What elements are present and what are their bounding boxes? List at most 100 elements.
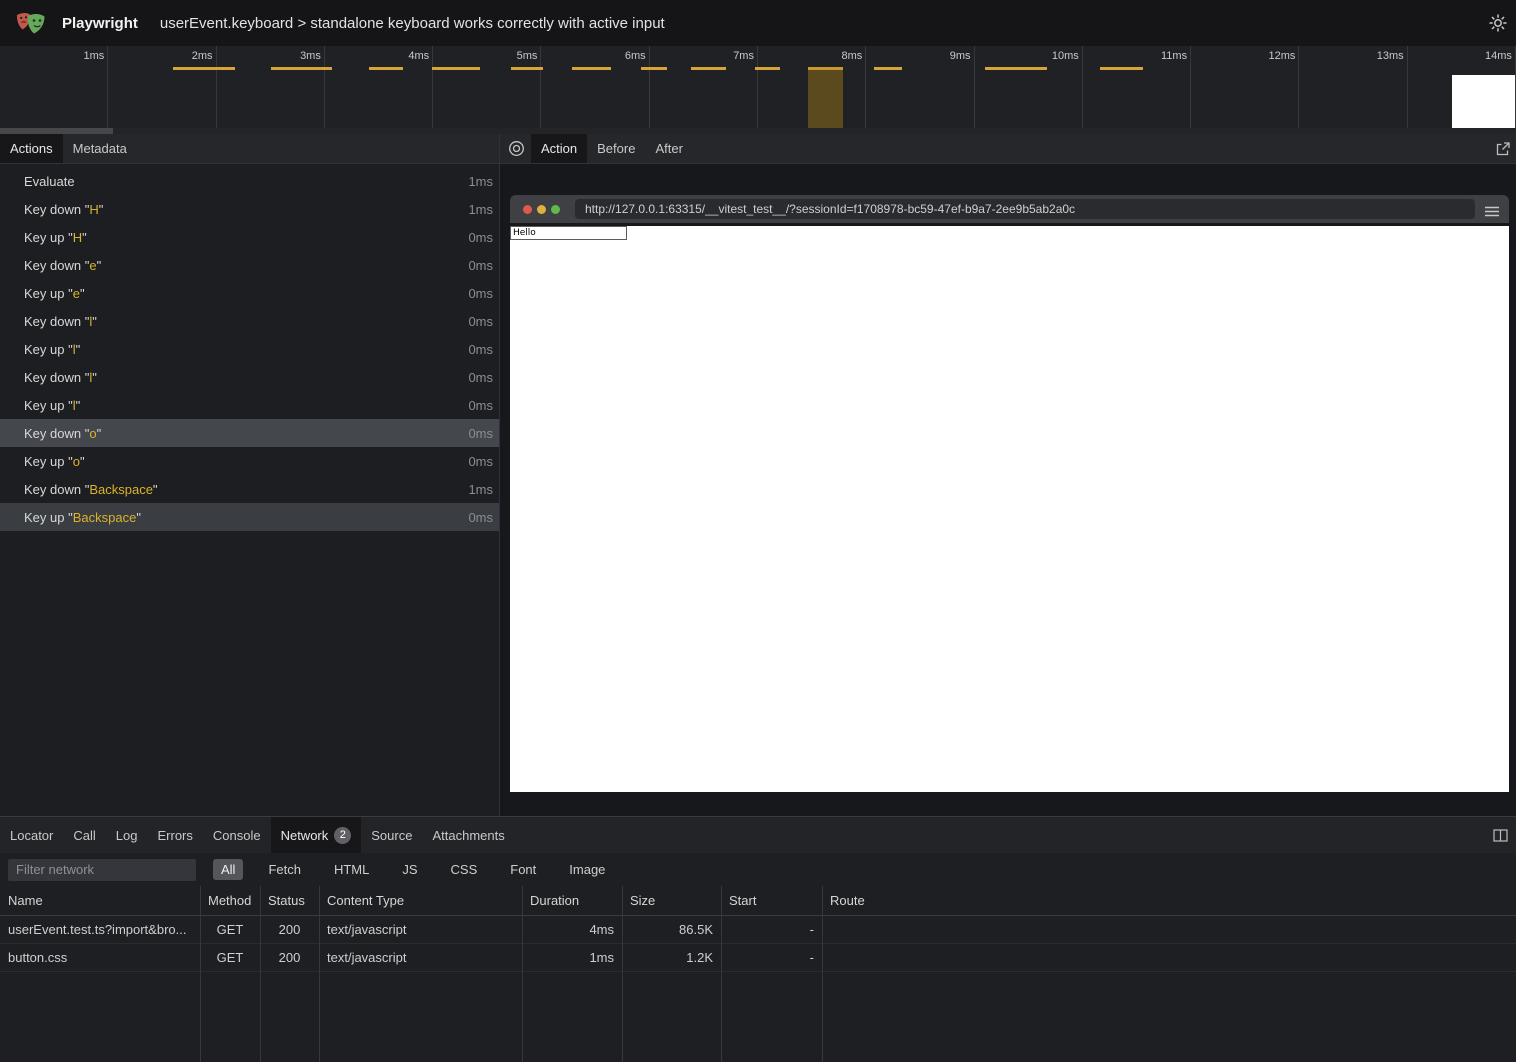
network-cell: 86.5K (622, 922, 721, 937)
action-list-item[interactable]: Key down "l"0ms (0, 363, 499, 391)
filter-button-fetch[interactable]: Fetch (260, 859, 309, 880)
action-duration: 0ms (468, 342, 493, 357)
tab-before[interactable]: Before (587, 134, 645, 163)
table-column-divider (319, 886, 320, 1062)
snapshot-panel: ActionBeforeAfter http://127.0.0.1:63315… (500, 134, 1516, 816)
action-list-item[interactable]: Key down "o"0ms (0, 419, 499, 447)
tab-errors[interactable]: Errors (147, 817, 202, 853)
network-column-header: Method (200, 893, 260, 908)
traffic-light-green (551, 205, 560, 214)
action-list-item[interactable]: Key up "l"0ms (0, 391, 499, 419)
tab-attachments[interactable]: Attachments (422, 817, 514, 853)
action-duration: 0ms (468, 370, 493, 385)
tab-network[interactable]: Network2 (271, 817, 362, 853)
network-cell: 1.2K (622, 950, 721, 965)
split-columns-icon[interactable] (1493, 817, 1516, 853)
open-snapshot-external-icon[interactable] (1496, 134, 1510, 163)
action-timeline-tick (691, 67, 726, 70)
tab-log[interactable]: Log (106, 817, 148, 853)
filter-button-image[interactable]: Image (561, 859, 613, 880)
table-column-divider (822, 886, 823, 1062)
action-timeline-tick (369, 67, 403, 70)
quote-mark: " (76, 342, 81, 357)
action-duration: 1ms (468, 482, 493, 497)
action-title: Key up "H" (24, 230, 87, 245)
quote-mark: " (92, 370, 97, 385)
quote-mark: " (64, 286, 72, 301)
network-cell: text/javascript (319, 950, 522, 965)
quote-mark: " (82, 230, 87, 245)
tab-action[interactable]: Action (531, 134, 587, 163)
action-list-item[interactable]: Key up "e"0ms (0, 279, 499, 307)
filter-button-all[interactable]: All (213, 859, 243, 880)
network-filter-input[interactable] (8, 859, 196, 881)
timeline-snapshot-thumbnail[interactable] (1452, 75, 1515, 128)
app-title: Playwright (62, 15, 138, 32)
timeline-marks (0, 46, 1516, 128)
action-duration: 1ms (468, 202, 493, 217)
action-timeline-tick (755, 67, 780, 70)
action-list-item[interactable]: Key down "H" 1ms (0, 195, 499, 223)
key-name: Backspace (89, 482, 153, 497)
action-list-item[interactable]: Key down "Backspace"1ms (0, 475, 499, 503)
action-title: Key down "H" (24, 202, 103, 217)
network-cell: - (721, 922, 822, 937)
action-duration: 1ms (468, 174, 493, 189)
action-duration: 0ms (468, 454, 493, 469)
action-timeline-tick (641, 67, 667, 70)
filter-button-css[interactable]: CSS (443, 859, 486, 880)
network-cell: GET (200, 950, 260, 965)
network-column-header: Name (0, 893, 200, 908)
action-list-item[interactable]: Key down "e"0ms (0, 251, 499, 279)
action-title: Key up "l" (24, 398, 80, 413)
table-column-divider (522, 886, 523, 1062)
action-list-item[interactable]: Key up "H"0ms (0, 223, 499, 251)
tab-source[interactable]: Source (361, 817, 422, 853)
tab-metadata[interactable]: Metadata (63, 134, 137, 163)
action-timeline-tick (271, 67, 332, 70)
network-cell: 4ms (522, 922, 622, 937)
action-list-item[interactable]: Key up "l" 0ms (0, 335, 499, 363)
url-text: http://127.0.0.1:63315/__vitest_test__/?… (585, 202, 1075, 216)
network-column-header: Route (822, 893, 1516, 908)
network-count-badge: 2 (334, 827, 351, 844)
quote-mark: " (64, 342, 72, 357)
tab-locator[interactable]: Locator (0, 817, 63, 853)
action-title: Key up "e" (24, 286, 85, 301)
timeline[interactable]: 1ms2ms3ms4ms5ms6ms7ms8ms9ms10ms11ms12ms1… (0, 46, 1516, 128)
network-request-row[interactable]: button.cssGET200text/javascript1ms1.2K- (0, 944, 1516, 972)
filter-button-js[interactable]: JS (394, 859, 425, 880)
filter-button-font[interactable]: Font (502, 859, 544, 880)
filter-button-html[interactable]: HTML (326, 859, 377, 880)
action-list-item[interactable]: Key up "o" 0ms (0, 447, 499, 475)
action-list-item[interactable]: Key down "l"0ms (0, 307, 499, 335)
table-column-divider (622, 886, 623, 1062)
network-column-header: Duration (522, 893, 622, 908)
actions-tabbar: ActionsMetadata (0, 134, 499, 164)
pick-locator-target-icon[interactable] (500, 134, 531, 163)
tab-console[interactable]: Console (203, 817, 271, 853)
action-timeline-tick (985, 67, 1047, 70)
action-timeline-tick (874, 67, 902, 70)
quote-mark: " (80, 454, 85, 469)
test-title: userEvent.keyboard > standalone keyboard… (160, 15, 665, 32)
action-list: Evaluate1msKey down "H"1msKey up "H"0msK… (0, 164, 499, 531)
action-title: Key up "l" (24, 342, 80, 357)
network-request-row[interactable]: userEvent.test.ts?import&bro...GET200tex… (0, 916, 1516, 944)
tab-call[interactable]: Call (63, 817, 105, 853)
action-timeline-tick (1100, 67, 1143, 70)
action-duration: 0ms (468, 258, 493, 273)
tab-after[interactable]: After (645, 134, 692, 163)
page-text-input[interactable] (510, 226, 627, 240)
network-cell: GET (200, 922, 260, 937)
tab-actions[interactable]: Actions (0, 134, 63, 163)
table-column-divider (721, 886, 722, 1062)
timeline-selected-range[interactable] (808, 67, 843, 128)
network-cell: button.css (0, 950, 200, 965)
action-list-item[interactable]: Evaluate1ms (0, 167, 499, 195)
action-title: Key up "o" (24, 454, 85, 469)
settings-gear-icon[interactable] (1488, 13, 1508, 33)
quote-mark: " (153, 482, 158, 497)
network-column-header: Size (622, 893, 721, 908)
action-list-item[interactable]: Key up "Backspace"0ms (0, 503, 499, 531)
